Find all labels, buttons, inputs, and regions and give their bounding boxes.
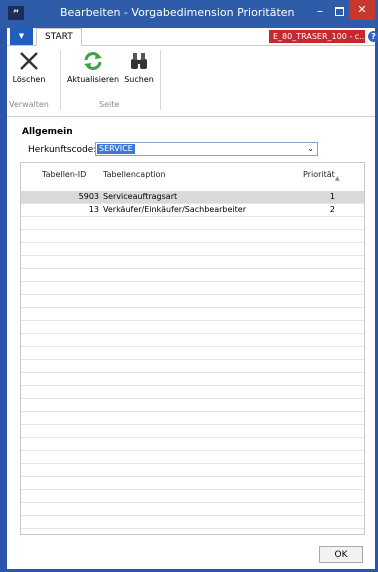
close-button[interactable]: ✕ <box>349 0 375 20</box>
empty-row[interactable] <box>21 464 364 477</box>
column-header-caption[interactable]: Tabellencaption <box>103 170 166 179</box>
refresh-button[interactable]: Aktualisieren <box>65 50 121 84</box>
tab-start[interactable]: START <box>36 28 82 46</box>
empty-row[interactable] <box>21 503 364 516</box>
empty-row[interactable] <box>21 347 364 360</box>
ribbon-tab-bar: ▼ START E_80_TRASER_100 - c... ? <box>7 28 378 46</box>
cell-table-id: 13 <box>88 205 99 214</box>
table-row[interactable]: 5903 Serviceauftragsart 1 <box>21 191 364 204</box>
help-icon[interactable]: ? <box>368 31 378 42</box>
sort-ascending-icon[interactable]: ▲ <box>335 175 340 182</box>
search-button-label: Suchen <box>124 75 154 84</box>
empty-row[interactable] <box>21 490 364 503</box>
section-title: Allgemein <box>22 127 73 137</box>
refresh-button-label: Aktualisieren <box>66 75 120 84</box>
file-menu-button[interactable]: ▼ <box>10 28 33 45</box>
delete-icon <box>20 52 38 70</box>
group-separator <box>160 50 161 110</box>
minimize-button[interactable]: – <box>313 4 327 18</box>
empty-row[interactable] <box>21 243 364 256</box>
maximize-icon <box>335 7 344 16</box>
empty-row[interactable] <box>21 438 364 451</box>
empty-row[interactable] <box>21 256 364 269</box>
app-logo-icon: ᴹ <box>8 6 24 20</box>
empty-row[interactable] <box>21 425 364 438</box>
chevron-down-icon[interactable]: ⌄ <box>307 143 314 155</box>
cell-table-id: 5903 <box>78 192 99 201</box>
empty-row[interactable] <box>21 516 364 529</box>
empty-row[interactable] <box>21 334 364 347</box>
binoculars-icon <box>131 53 147 69</box>
window-frame-left <box>0 0 7 572</box>
company-badge[interactable]: E_80_TRASER_100 - c... <box>269 30 365 43</box>
empty-row[interactable] <box>21 269 364 282</box>
empty-row[interactable] <box>21 360 364 373</box>
delete-button[interactable]: Löschen <box>11 50 47 84</box>
group-label-page: Seite <box>99 100 120 109</box>
group-label-manage: Verwalten <box>9 100 49 109</box>
maximize-button[interactable] <box>332 4 346 18</box>
origin-code-value: SERVICE <box>97 144 135 154</box>
window-title: Bearbeiten - Vorgabedimension Prioritäte… <box>60 6 295 19</box>
table-row[interactable]: 13 Verkäufer/Einkäufer/Sachbearbeiter 2 <box>21 204 364 217</box>
empty-row[interactable] <box>21 386 364 399</box>
grid-header: Tabellen-ID Tabellencaption Priorität ▲ <box>21 163 364 189</box>
refresh-icon <box>84 52 102 70</box>
cell-priority: 1 <box>329 192 335 201</box>
empty-row[interactable] <box>21 321 364 334</box>
search-button[interactable]: Suchen <box>122 50 156 84</box>
empty-row[interactable] <box>21 230 364 243</box>
title-bar[interactable]: ᴹ Bearbeiten - Vorgabedimension Prioritä… <box>0 0 378 28</box>
empty-row[interactable] <box>21 373 364 386</box>
empty-row[interactable] <box>21 451 364 464</box>
cell-priority: 2 <box>329 205 335 214</box>
delete-button-label: Löschen <box>12 75 46 84</box>
origin-code-label: Herkunftscode: <box>28 145 97 155</box>
ok-button[interactable]: OK <box>319 546 363 563</box>
empty-row[interactable] <box>21 308 364 321</box>
empty-row[interactable] <box>21 282 364 295</box>
column-header-priority[interactable]: Priorität <box>303 170 335 179</box>
empty-row[interactable] <box>21 217 364 230</box>
column-header-table-id[interactable]: Tabellen-ID <box>42 170 86 179</box>
empty-row[interactable] <box>21 399 364 412</box>
ribbon: Löschen Verwalten Aktualisieren Suchen S… <box>7 46 375 117</box>
cell-caption: Serviceauftragsart <box>103 192 178 201</box>
empty-row[interactable] <box>21 295 364 308</box>
priority-grid[interactable]: Tabellen-ID Tabellencaption Priorität ▲ … <box>20 162 365 535</box>
empty-row[interactable] <box>21 412 364 425</box>
origin-code-dropdown[interactable]: SERVICE ⌄ <box>95 142 318 156</box>
group-separator <box>60 50 61 110</box>
cell-caption: Verkäufer/Einkäufer/Sachbearbeiter <box>103 205 246 214</box>
empty-row[interactable] <box>21 477 364 490</box>
